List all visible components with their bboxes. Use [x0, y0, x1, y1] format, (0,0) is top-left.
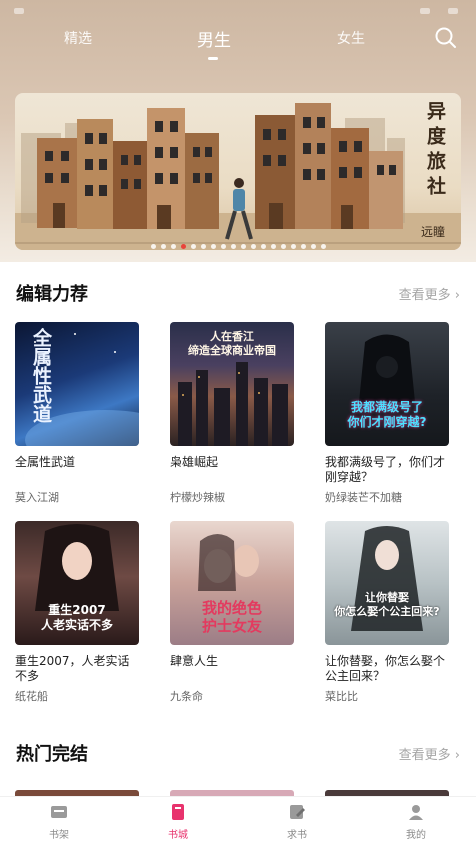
bottom-navigation: 书架 书城 求书 我的	[0, 796, 476, 846]
book-cover: 全属性武道	[15, 322, 139, 446]
bookstore-icon	[172, 804, 184, 820]
nav-label: 求书	[287, 830, 307, 841]
search-icon[interactable]	[434, 26, 458, 50]
book-card[interactable]: 人在香江 缔造全球商业帝国 枭雄崛起 柠檬炒辣椒	[170, 322, 294, 504]
carousel-dot[interactable]	[190, 244, 196, 249]
nav-profile[interactable]: 我的	[386, 803, 446, 841]
carousel-dot[interactable]	[280, 244, 286, 249]
cover-art	[351, 526, 423, 631]
nav-bookstore[interactable]: 书城	[148, 803, 208, 841]
bookshelf-icon	[51, 806, 67, 818]
banner-carousel[interactable]: 异度旅社 远瞳	[15, 93, 461, 250]
book-title: 我都满级号了，你们才刚穿越？	[325, 455, 446, 484]
book-card[interactable]: 我都满级号了 你们才刚穿越? 我都满级号了，你们才刚穿越？ 奶绿装芒不加糖	[325, 322, 449, 504]
book-cover: 让你替娶 你怎么娶个公主回来?	[325, 521, 449, 645]
carousel-dots	[15, 236, 461, 249]
carousel-dot-active[interactable]	[180, 244, 186, 249]
tab-featured[interactable]: 精选	[64, 28, 92, 48]
active-tab-indicator	[208, 57, 218, 60]
book-title: 全属性武道	[15, 455, 76, 469]
carousel-dot[interactable]	[210, 244, 216, 249]
cover-title: 人在香江 缔造全球商业帝国	[188, 330, 276, 357]
cover-title: 我都满级号了 你们才刚穿越?	[347, 400, 427, 429]
book-cover: 我的绝色 护士女友	[170, 521, 294, 645]
request-book-icon	[290, 805, 305, 819]
see-more-completed[interactable]: 查看更多 ›	[399, 744, 460, 763]
book-author: 纸花船	[15, 690, 48, 703]
carousel-dot[interactable]	[230, 244, 236, 249]
status-icon	[420, 8, 430, 14]
book-title: 枭雄崛起	[170, 455, 219, 469]
battery-icon	[448, 8, 458, 14]
book-title: 让你替娶，你怎么娶个公主回来？	[325, 654, 446, 683]
nav-request-book[interactable]: 求书	[267, 803, 327, 841]
carousel-dot[interactable]	[200, 244, 206, 249]
nav-label: 书架	[49, 830, 69, 841]
book-card[interactable]: 让你替娶 你怎么娶个公主回来? 让你替娶，你怎么娶个公主回来？ 菜比比	[325, 521, 449, 703]
banner-title: 异度旅社	[424, 101, 446, 201]
carousel-dot[interactable]	[160, 244, 166, 249]
carousel-dot[interactable]	[170, 244, 176, 249]
book-cover: 重生2007 人老实话不多	[15, 521, 139, 645]
status-icon	[14, 8, 24, 14]
nav-bookshelf[interactable]: 书架	[29, 803, 89, 841]
carousel-dot[interactable]	[320, 244, 326, 249]
banner-illustration	[15, 103, 461, 250]
cover-title: 全属性武道	[30, 328, 52, 423]
book-card[interactable]: 重生2007 人老实话不多 重生2007，人老实话不多 纸花船	[15, 521, 139, 703]
profile-icon	[409, 805, 423, 820]
book-author: 柠檬炒辣椒	[170, 491, 225, 504]
nav-label: 书城	[168, 830, 188, 841]
carousel-dot[interactable]	[220, 244, 226, 249]
book-author: 九条命	[170, 690, 203, 703]
book-author: 菜比比	[325, 690, 358, 703]
tab-female[interactable]: 女生	[337, 28, 365, 48]
book-card[interactable]: 我的绝色 护士女友 肆意人生 九条命	[170, 521, 294, 703]
carousel-dot[interactable]	[260, 244, 266, 249]
see-more-editor-picks[interactable]: 查看更多 ›	[399, 284, 460, 303]
carousel-dot[interactable]	[290, 244, 296, 249]
book-author: 莫入江湖	[15, 491, 59, 504]
carousel-dot[interactable]	[300, 244, 306, 249]
cover-title: 让你替娶 你怎么娶个公主回来?	[334, 591, 440, 618]
carousel-dot[interactable]	[310, 244, 316, 249]
nav-label: 我的	[406, 830, 426, 841]
carousel-dot[interactable]	[150, 244, 156, 249]
status-bar	[0, 0, 476, 24]
carousel-dot[interactable]	[250, 244, 256, 249]
book-card[interactable]: 全属性武道 全属性武道 莫入江湖	[15, 322, 139, 504]
section-title-completed: 热门完结	[16, 744, 88, 765]
tab-male[interactable]: 男生	[197, 26, 231, 51]
book-cover: 人在香江 缔造全球商业帝国	[170, 322, 294, 446]
cover-title: 重生2007 人老实话不多	[40, 603, 113, 632]
carousel-dot[interactable]	[240, 244, 246, 249]
book-title: 肆意人生	[170, 654, 219, 668]
top-tab-bar: 精选 男生 女生	[0, 24, 476, 64]
carousel-dot[interactable]	[270, 244, 276, 249]
book-cover: 我都满级号了 你们才刚穿越?	[325, 322, 449, 446]
section-title-editor-picks: 编辑力荐	[16, 284, 88, 305]
cover-title: 我的绝色 护士女友	[201, 599, 262, 635]
book-author: 奶绿装芒不加糖	[325, 491, 402, 504]
book-title: 重生2007，人老实话不多	[15, 654, 130, 683]
